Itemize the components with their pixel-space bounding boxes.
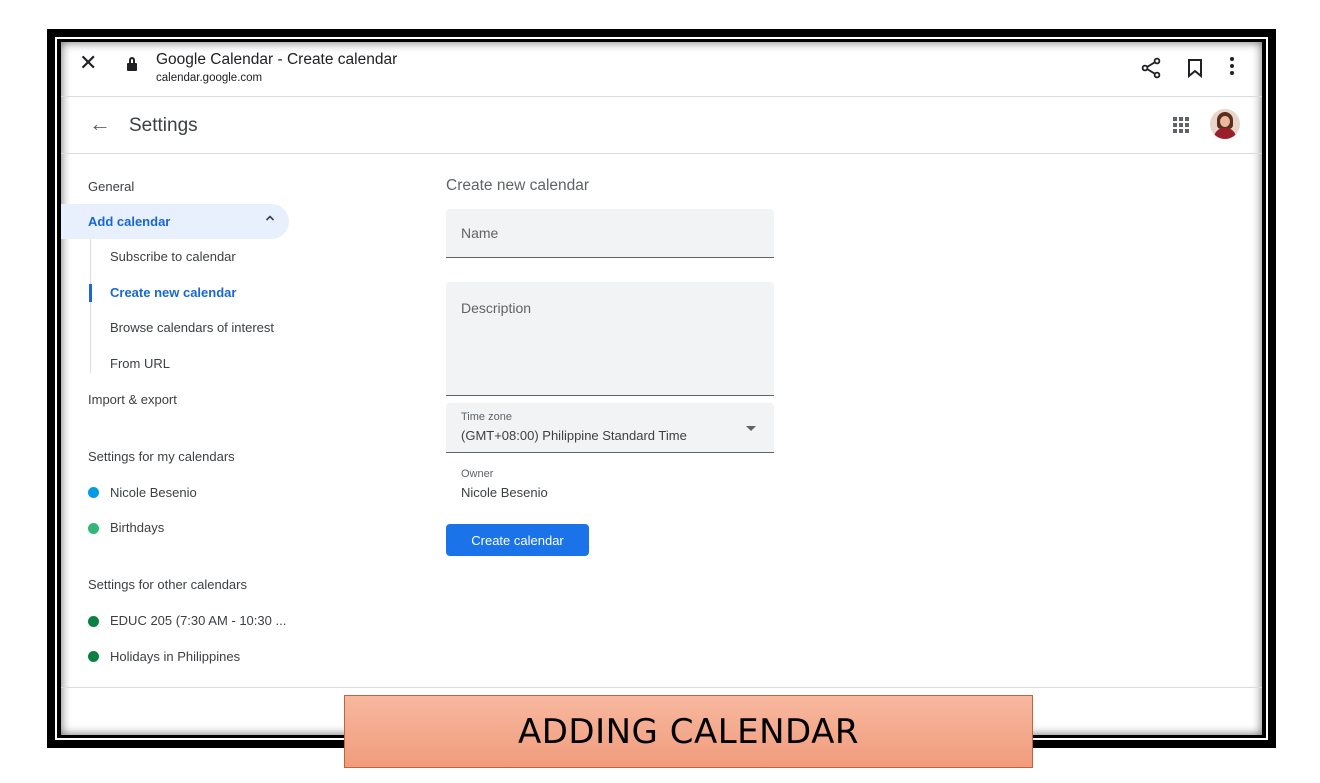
caption-banner: ADDING CALENDAR xyxy=(344,695,1033,768)
bookmark-icon[interactable] xyxy=(1187,58,1203,78)
sidebar-item-holidays-philippines[interactable]: Holidays in Philippines xyxy=(110,649,240,664)
name-field-placeholder: Name xyxy=(461,225,499,241)
page-title: Settings xyxy=(129,115,198,136)
calendar-color-dot xyxy=(88,523,99,534)
browser-page-title: Google Calendar - Create calendar xyxy=(156,51,398,68)
active-indicator xyxy=(89,284,92,302)
apps-grid-icon[interactable] xyxy=(1173,117,1189,133)
form-title: Create new calendar xyxy=(446,177,590,194)
chevron-up-icon[interactable] xyxy=(265,213,275,223)
sidebar-item-from-url[interactable]: From URL xyxy=(110,356,170,371)
sidebar-item-subscribe[interactable]: Subscribe to calendar xyxy=(110,249,236,264)
sidebar-item-add-calendar-label: Add calendar xyxy=(88,214,171,229)
description-field[interactable]: Description xyxy=(446,282,774,396)
create-calendar-button[interactable]: Create calendar xyxy=(446,524,589,556)
share-icon[interactable] xyxy=(1140,57,1162,79)
browser-url[interactable]: calendar.google.com xyxy=(156,72,262,84)
timezone-label: Time zone xyxy=(461,411,512,423)
section-heading-other-calendars: Settings for other calendars xyxy=(88,577,247,592)
settings-header: ← Settings xyxy=(61,98,1262,154)
sidebar-item-create-new-calendar[interactable]: Create new calendar xyxy=(110,285,236,300)
avatar[interactable] xyxy=(1210,109,1240,139)
more-vert-icon[interactable] xyxy=(1229,57,1235,77)
calendar-color-dot xyxy=(88,651,99,662)
browser-toolbar: ✕ Google Calendar - Create calendar cale… xyxy=(61,42,1262,97)
owner-value: Nicole Besenio xyxy=(461,485,548,500)
sidebar-item-birthdays[interactable]: Birthdays xyxy=(110,520,164,535)
timezone-select[interactable]: Time zone (GMT+08:00) Philippine Standar… xyxy=(446,403,774,453)
calendar-color-dot xyxy=(88,616,99,627)
sidebar-item-general[interactable]: General xyxy=(88,179,134,194)
sidebar-item-educ-205[interactable]: EDUC 205 (7:30 AM - 10:30 ... xyxy=(110,613,286,628)
settings-sidebar: General Add calendar Subscribe to calend… xyxy=(61,155,391,735)
timezone-value: (GMT+08:00) Philippine Standard Time xyxy=(461,428,687,443)
owner-label: Owner xyxy=(461,468,494,480)
bottom-divider xyxy=(61,687,1262,688)
sidebar-item-import-export[interactable]: Import & export xyxy=(88,392,177,407)
sidebar-item-nicole-besenio[interactable]: Nicole Besenio xyxy=(110,485,197,500)
browser-window: ✕ Google Calendar - Create calendar cale… xyxy=(61,42,1262,735)
lock-icon xyxy=(127,57,137,73)
dropdown-arrow-icon xyxy=(746,426,756,431)
caption-text: ADDING CALENDAR xyxy=(517,711,860,752)
submenu-divider xyxy=(90,239,91,373)
sidebar-item-browse[interactable]: Browse calendars of interest xyxy=(110,320,274,335)
section-heading-my-calendars: Settings for my calendars xyxy=(88,449,235,464)
calendar-color-dot xyxy=(88,487,99,498)
name-field[interactable]: Name xyxy=(446,209,774,258)
back-arrow-icon[interactable]: ← xyxy=(89,112,111,136)
close-icon[interactable]: ✕ xyxy=(79,52,97,74)
description-field-placeholder: Description xyxy=(461,300,532,316)
